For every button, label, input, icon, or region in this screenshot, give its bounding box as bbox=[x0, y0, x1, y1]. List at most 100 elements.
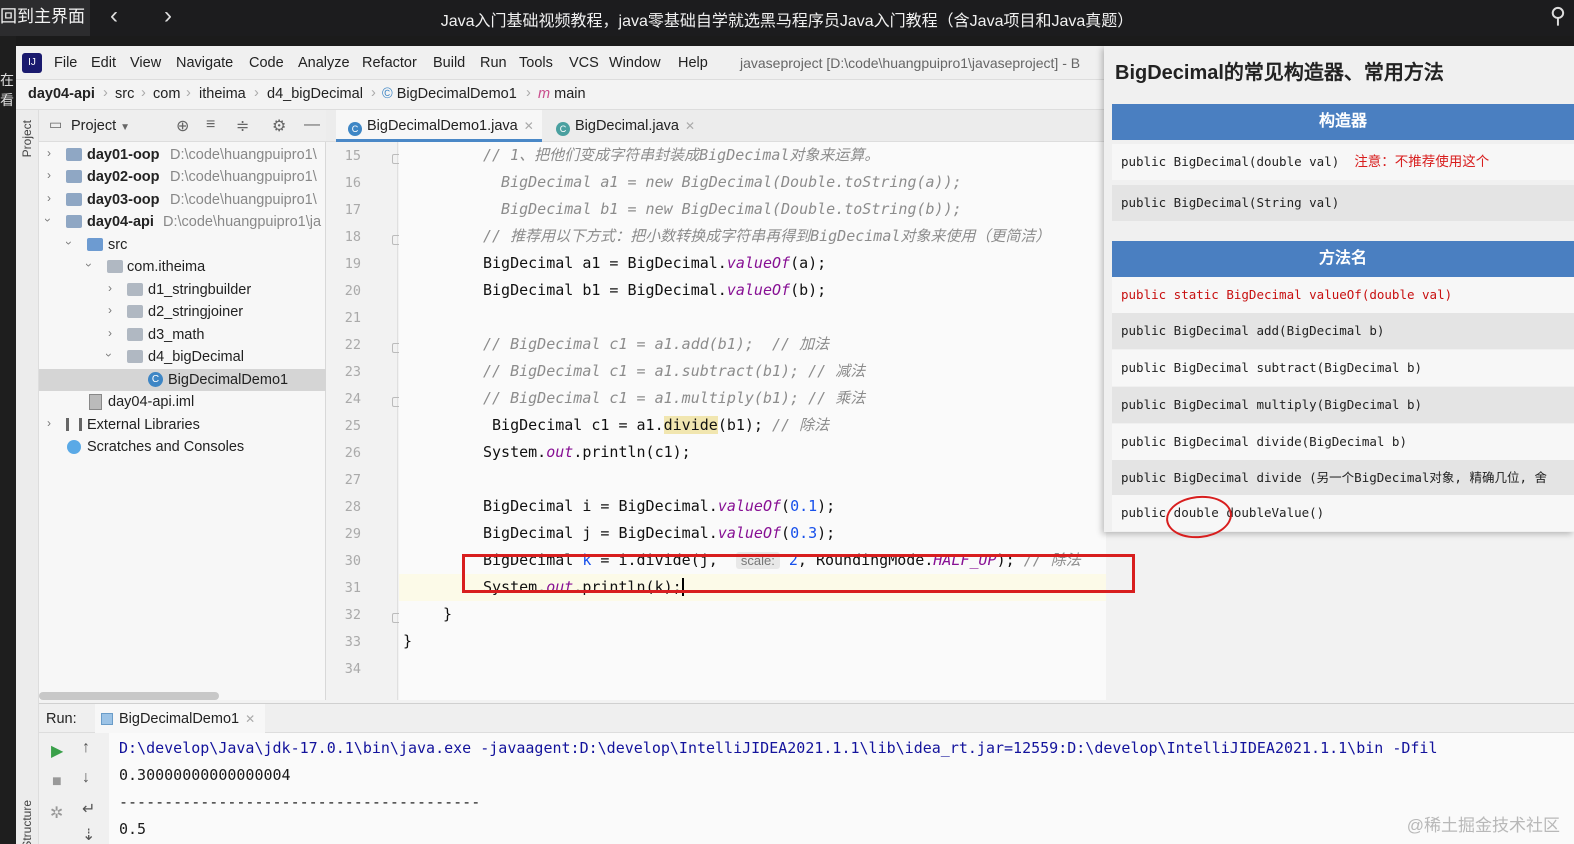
tree-item-package[interactable]: › com.itheima bbox=[39, 256, 326, 278]
chevron-right-icon[interactable]: › bbox=[47, 146, 51, 160]
comment: // BigDecimal c1 = a1.add(b1); // 加法 bbox=[483, 335, 830, 353]
tree-item-d1[interactable]: › d1_stringbuilder bbox=[39, 279, 326, 301]
tree-item-scratches[interactable]: Scratches and Consoles bbox=[39, 436, 326, 458]
collapse-all-icon[interactable]: ≑ bbox=[236, 116, 249, 136]
code-line-22: // BigDecimal c1 = a1.add(b1); // 加法 bbox=[483, 331, 1190, 358]
tab-bigdecimal[interactable]: C BigDecimal.java ✕ bbox=[544, 110, 704, 142]
package-icon bbox=[127, 283, 143, 296]
structure-tool-button[interactable]: Structure bbox=[20, 800, 34, 844]
tree-item-day02-oop[interactable]: › day02-oop D:\code\huangpuipro1\ bbox=[39, 166, 326, 188]
tree-item-src[interactable]: › src bbox=[39, 234, 326, 256]
console-output-line: 0.5 bbox=[119, 820, 147, 838]
tree-path: D:\code\huangpuipro1\ja bbox=[163, 214, 322, 230]
scroll-end-icon[interactable]: ⇣ bbox=[82, 825, 95, 844]
project-view-dropdown[interactable]: Project ▼ bbox=[71, 118, 130, 134]
code-line-24: // BigDecimal c1 = a1.multiply(b1); // 乘… bbox=[483, 385, 1190, 412]
code-line-15: // 1、把他们变成字符串封装成BigDecimal对象来运算。 bbox=[483, 142, 1190, 169]
console-output-line: 0.30000000000000004 bbox=[119, 766, 291, 784]
rerun-icon[interactable]: ▶ bbox=[51, 741, 63, 761]
crumb-itheima[interactable]: itheima bbox=[199, 86, 246, 102]
chevron-right-icon[interactable]: › bbox=[47, 168, 51, 182]
chevron-down-icon: ▼ bbox=[120, 122, 131, 133]
crumb-class[interactable]: © BigDecimalDemo1 bbox=[382, 86, 517, 102]
chevron-right-icon[interactable]: › bbox=[47, 416, 51, 430]
tree-label: Scratches and Consoles bbox=[87, 439, 245, 455]
comment: // BigDecimal c1 = a1.multiply(b1); // 乘… bbox=[483, 389, 866, 407]
method-row: public BigDecimal add(BigDecimal b) bbox=[1112, 313, 1574, 349]
console-output[interactable]: D:\develop\Java\jdk-17.0.1\bin\java.exe … bbox=[109, 733, 1574, 844]
line-number: 32 bbox=[344, 607, 361, 623]
menu-analyze[interactable]: Analyze bbox=[298, 55, 350, 71]
tree-item-day03-oop[interactable]: › day03-oop D:\code\huangpuipro1\ bbox=[39, 189, 326, 211]
chevron-down-icon[interactable]: › bbox=[102, 353, 116, 357]
tree-item-day01-oop[interactable]: › day01-oop D:\code\huangpuipro1\ bbox=[39, 144, 326, 166]
crumb-module[interactable]: day04-api bbox=[28, 86, 95, 102]
menu-build[interactable]: Build bbox=[433, 55, 465, 71]
tree-item-d3[interactable]: › d3_math bbox=[39, 324, 326, 346]
crumb-method[interactable]: m main bbox=[538, 86, 586, 102]
locate-icon[interactable]: ⊕ bbox=[176, 116, 189, 136]
gear-icon[interactable]: ⚙ bbox=[272, 116, 286, 136]
tree-path: D:\code\huangpuipro1\ bbox=[170, 169, 317, 185]
line-number: 25 bbox=[344, 418, 361, 434]
soft-wrap-icon[interactable]: ↵ bbox=[82, 799, 95, 819]
scroll-down-icon[interactable]: ↓ bbox=[82, 769, 90, 787]
line-number: 19 bbox=[344, 256, 361, 272]
menu-code[interactable]: Code bbox=[249, 55, 284, 71]
chevron-right-icon[interactable]: › bbox=[47, 191, 51, 205]
pin-icon[interactable]: ⚲ bbox=[1550, 3, 1566, 29]
methods-header: 方法名 bbox=[1112, 241, 1574, 277]
close-icon[interactable]: ✕ bbox=[245, 712, 255, 726]
tree-item-day04-api[interactable]: › day04-api D:\code\huangpuipro1\ja bbox=[39, 211, 326, 233]
tree-item-d2[interactable]: › d2_stringjoiner bbox=[39, 301, 326, 323]
chevron-right-icon[interactable]: › bbox=[108, 281, 112, 295]
tree-item-d4[interactable]: › d4_bigDecimal bbox=[39, 346, 326, 368]
horizontal-scrollbar[interactable] bbox=[39, 692, 219, 700]
tree-item-iml[interactable]: day04-api.iml bbox=[39, 391, 326, 413]
tree-item-bigdecimaldemo1[interactable]: C BigDecimalDemo1 bbox=[39, 369, 326, 391]
debug-icon[interactable]: ✲ bbox=[50, 803, 63, 823]
code-line-32: } bbox=[443, 605, 453, 623]
breadcrumb: day04-api › src › com › itheima › d4_big… bbox=[16, 80, 1106, 110]
code-editor[interactable]: // 1、把他们变成字符串封装成BigDecimal对象来运算。 BigDeci… bbox=[399, 142, 1106, 700]
chevron-down-icon[interactable]: › bbox=[62, 241, 76, 245]
stop-icon[interactable]: ■ bbox=[52, 773, 62, 791]
menu-window[interactable]: Window bbox=[609, 55, 661, 71]
chevron-down-icon[interactable]: › bbox=[41, 218, 55, 222]
library-icon bbox=[66, 418, 82, 431]
tree-label: day03-oop bbox=[87, 192, 160, 208]
tree-label: day02-oop bbox=[87, 169, 160, 185]
project-tool-button[interactable]: Project bbox=[20, 120, 34, 157]
package-icon bbox=[127, 328, 143, 341]
line-number: 23 bbox=[344, 364, 361, 380]
close-icon[interactable]: ✕ bbox=[524, 119, 534, 133]
menu-edit[interactable]: Edit bbox=[91, 55, 116, 71]
tab-bigdecimaldemo1[interactable]: C BigDecimalDemo1.java ✕ bbox=[336, 110, 542, 142]
menu-tools[interactable]: Tools bbox=[519, 55, 553, 71]
menu-file[interactable]: File bbox=[54, 55, 77, 71]
crumb-src[interactable]: src bbox=[115, 86, 134, 102]
tree-path: D:\code\huangpuipro1\ bbox=[170, 147, 317, 163]
expand-all-icon[interactable]: ≡ bbox=[206, 116, 215, 134]
hide-icon[interactable]: — bbox=[304, 116, 320, 134]
comment: BigDecimal a1 = new BigDecimal(Double.to… bbox=[483, 173, 962, 191]
scroll-up-icon[interactable]: ↑ bbox=[82, 739, 90, 757]
close-icon[interactable]: ✕ bbox=[685, 119, 695, 133]
breadcrumb-separator-icon: › bbox=[254, 85, 259, 101]
menu-navigate[interactable]: Navigate bbox=[176, 55, 233, 71]
menu-view[interactable]: View bbox=[130, 55, 161, 71]
chevron-right-icon[interactable]: › bbox=[108, 303, 112, 317]
crumb-package[interactable]: d4_bigDecimal bbox=[267, 86, 363, 102]
code-line-19: BigDecimal a1 = BigDecimal.valueOf(a); bbox=[483, 254, 827, 272]
line-number: 15 bbox=[344, 148, 361, 164]
tree-item-external-libraries[interactable]: › External Libraries bbox=[39, 414, 326, 436]
crumb-com[interactable]: com bbox=[153, 86, 180, 102]
menu-run[interactable]: Run bbox=[480, 55, 507, 71]
chevron-right-icon[interactable]: › bbox=[108, 326, 112, 340]
run-tab[interactable]: BigDecimalDemo1 ✕ bbox=[95, 704, 266, 734]
menu-help[interactable]: Help bbox=[678, 55, 708, 71]
chevron-down-icon[interactable]: › bbox=[82, 263, 96, 267]
editor-gutter: 15 16 17 18 19 20 21 22 23 24 25 26 27 2… bbox=[326, 142, 421, 700]
menu-refactor[interactable]: Refactor bbox=[362, 55, 417, 71]
menu-vcs[interactable]: VCS bbox=[569, 55, 599, 71]
